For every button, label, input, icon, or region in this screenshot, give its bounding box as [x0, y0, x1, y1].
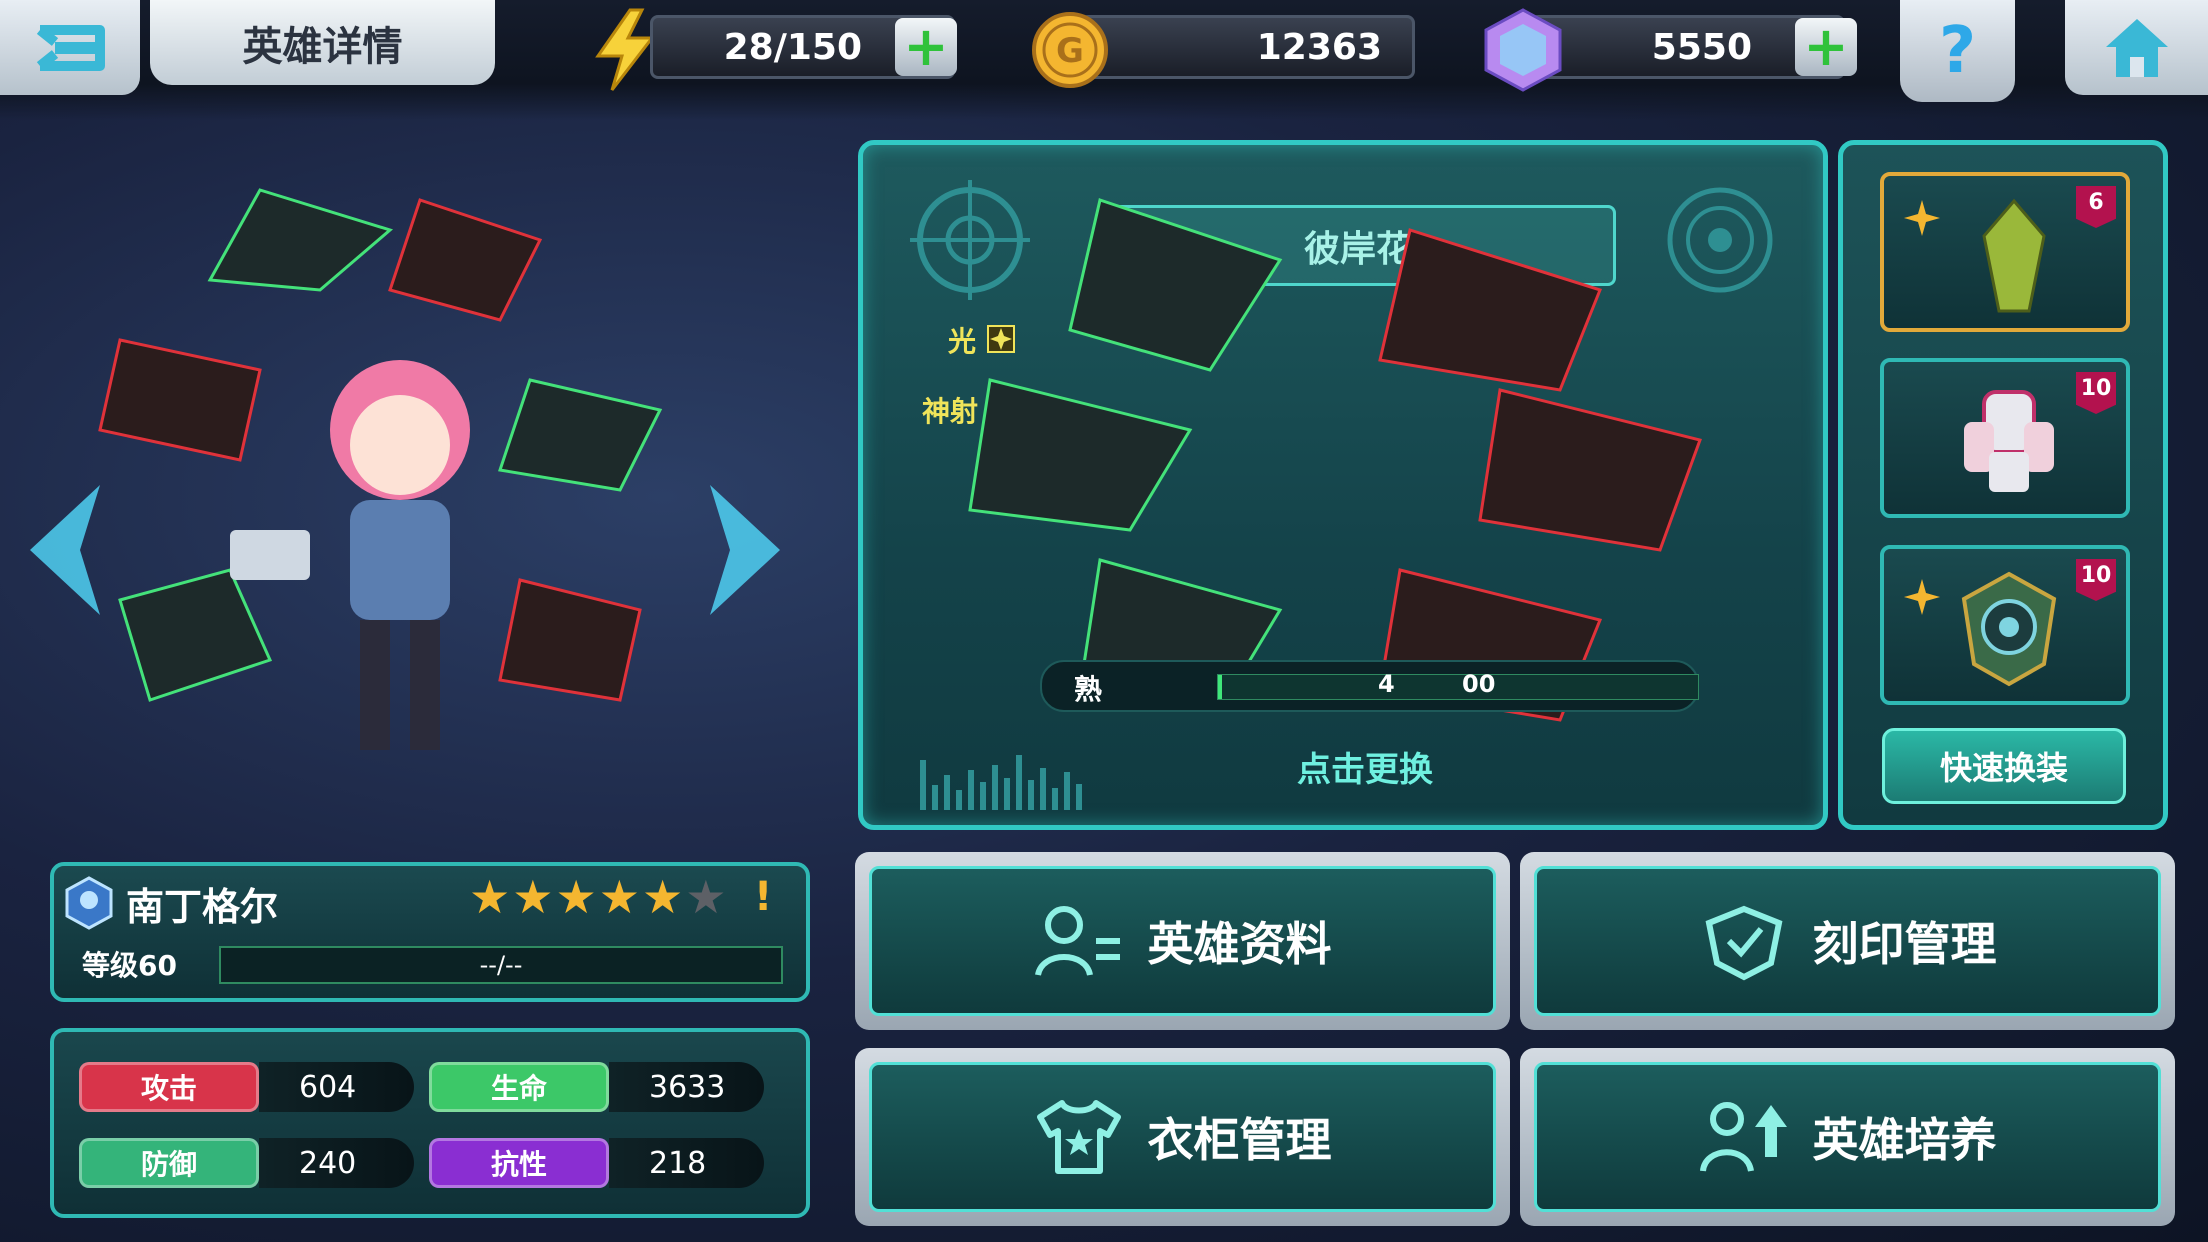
res-value: 218 [609, 1138, 764, 1188]
res-label: 抗性 [429, 1138, 609, 1188]
next-hero-arrow[interactable] [700, 480, 790, 620]
home-button[interactable] [2065, 0, 2208, 95]
equipment-slot-1[interactable]: 6 [1880, 172, 2130, 332]
star-icon: ★ [469, 870, 511, 924]
hero-profile-button[interactable]: 英雄资料 [855, 852, 1510, 1030]
equipment-slot-2[interactable]: 10 [1880, 358, 2130, 518]
star-icon: ★ [555, 870, 597, 924]
proficiency-track [1217, 674, 1699, 700]
proficiency-fill [1218, 675, 1222, 699]
energy-value: 28/150 [723, 26, 862, 68]
plus-icon: + [1803, 15, 1849, 78]
hero-training-button[interactable]: 英雄培养 [1520, 1048, 2175, 1226]
gold-coin-icon: G [1032, 12, 1108, 88]
def-value: 240 [259, 1138, 414, 1188]
weapon-equip-icon [1982, 198, 2046, 313]
gem-icon [1484, 8, 1562, 92]
audio-bars-decoration [920, 755, 1082, 810]
hp-label: 生命 [429, 1062, 609, 1112]
weapon-illustration [968, 198, 1702, 722]
star-empty-icon: ★ [685, 870, 727, 924]
svg-text:G: G [1056, 31, 1084, 71]
back-arrow-icon [36, 24, 105, 71]
quick-equip-button[interactable]: 快速换装 [1882, 728, 2126, 804]
sparkle-icon [1904, 579, 1940, 615]
page-title: 英雄详情 [150, 0, 495, 85]
add-gem-button[interactable]: + [1795, 18, 1857, 76]
hero-name: 南丁格尔 [126, 885, 279, 929]
atk-label: 攻击 [79, 1062, 259, 1112]
wardrobe-button[interactable]: 衣柜管理 [855, 1048, 1510, 1226]
back-button[interactable] [0, 0, 140, 95]
add-energy-button[interactable]: + [895, 18, 957, 76]
slot-level-badge: 6 [2076, 186, 2116, 228]
training-icon [1699, 1102, 1787, 1172]
help-button[interactable]: ? [1900, 0, 2015, 102]
slot-level-badge: 10 [2076, 372, 2116, 414]
star-rating: ★ ★ ★ ★ ★ ★ [469, 874, 727, 920]
star-icon: ★ [512, 870, 554, 924]
hero-profile-label: 英雄资料 [1147, 917, 1332, 971]
star-icon: ★ [598, 870, 640, 924]
gold-bar: 12363 [1080, 15, 1415, 79]
hero-level: 等级60 [82, 949, 177, 982]
exp-bar: --/-- [219, 946, 783, 984]
imprint-icon [1705, 905, 1782, 981]
hero-training-label: 英雄培养 [1812, 1113, 1997, 1167]
star-icon: ★ [642, 870, 684, 924]
hero-info-panel: 南丁格尔 ★ ★ ★ ★ ★ ★ ! 等级60 --/-- [50, 862, 810, 1002]
proficiency-bar: 熟 4 00 [1040, 660, 1699, 712]
plus-icon: + [903, 15, 949, 78]
gem-value: 5550 [1651, 26, 1752, 68]
sparkle-icon [1904, 200, 1940, 236]
imprint-button[interactable]: 刻印管理 [1520, 852, 2175, 1030]
shirt-icon [1036, 1100, 1121, 1174]
profile-icon [1034, 906, 1120, 976]
wardrobe-label: 衣柜管理 [1147, 1113, 1332, 1167]
proficiency-value: 4 [1378, 670, 1395, 698]
exp-text: --/-- [479, 951, 523, 979]
hp-value: 3633 [609, 1062, 764, 1112]
question-icon: ? [1938, 14, 1977, 88]
alert-icon: ! [754, 874, 773, 920]
proficiency-label: 熟 [1074, 673, 1103, 706]
imprint-label: 刻印管理 [1812, 917, 1997, 971]
atk-value: 604 [259, 1062, 414, 1112]
slot-level-badge: 10 [2076, 559, 2116, 601]
gold-value: 12363 [1256, 26, 1382, 68]
proficiency-value-tail: 00 [1462, 670, 1496, 698]
hero-class-icon [65, 876, 113, 930]
stats-panel: 攻击 604 生命 3633 防御 240 抗性 218 [50, 1028, 810, 1218]
previous-hero-arrow[interactable] [20, 480, 110, 620]
armor-equip-icon [1964, 390, 2054, 492]
def-label: 防御 [79, 1138, 259, 1188]
home-icon [2105, 18, 2168, 77]
emblem-equip-icon [1961, 571, 2057, 687]
equipment-slot-3[interactable]: 10 [1880, 545, 2130, 705]
change-weapon-button[interactable]: 点击更换 [1250, 742, 1480, 791]
